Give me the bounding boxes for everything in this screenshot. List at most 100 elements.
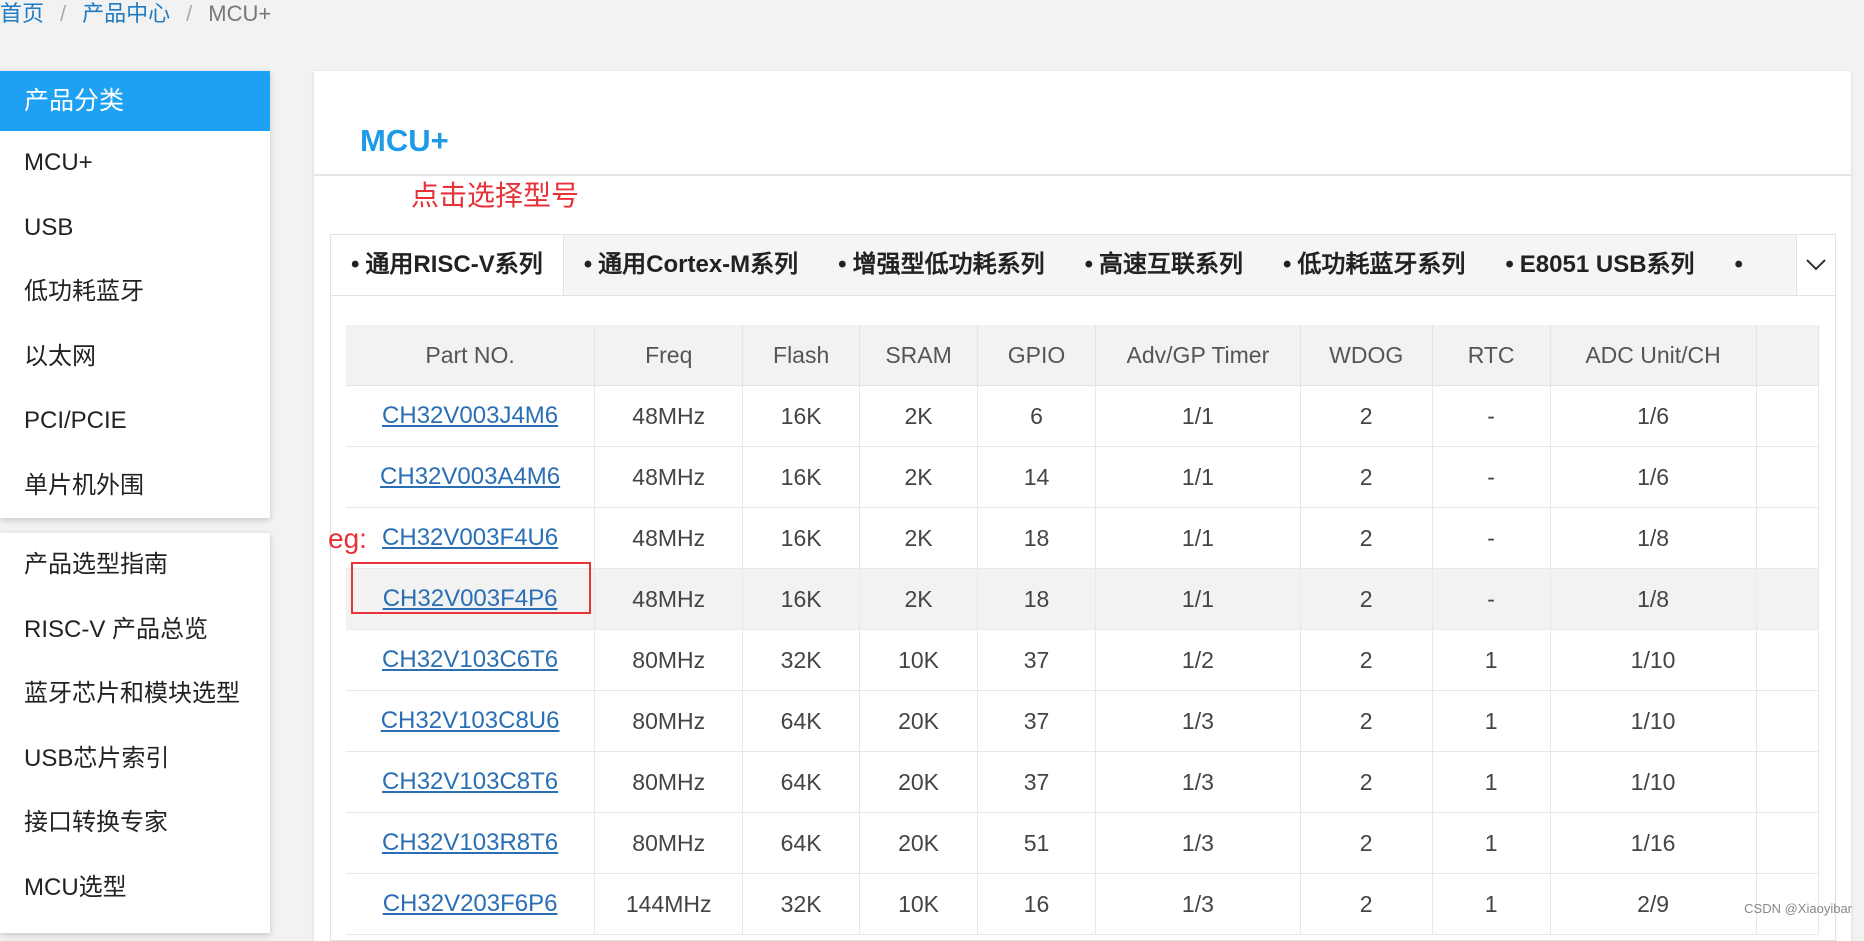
cell-freq: 80MHz (594, 690, 744, 752)
cell-adc: 1/10 (1550, 751, 1757, 813)
tab-riscv[interactable]: • 通用RISC-V系列 (331, 235, 564, 295)
sidebar-categories: 产品分类 MCU+ USB 低功耗蓝牙 以太网 PCI/PCIE 单片机外围 (0, 71, 270, 518)
part-number-link[interactable]: CH32V103R8T6 (382, 829, 558, 856)
sidebar-item-interface-expert[interactable]: 接口转换专家 (0, 791, 270, 856)
cell-freq: 144MHz (594, 873, 744, 935)
cell-adc: 1/6 (1550, 446, 1757, 508)
cell-extra (1756, 812, 1819, 874)
tab-bullet: • (1084, 251, 1093, 278)
cell-timer: 1/3 (1095, 690, 1301, 752)
annotation-highlight-box (351, 562, 591, 614)
cell-rtc: 1 (1432, 873, 1551, 935)
column-header-extra (1756, 325, 1819, 386)
breadcrumb-home-link[interactable]: 首页 (0, 1, 44, 26)
tab-ble[interactable]: • 低功耗蓝牙系列 (1263, 235, 1485, 295)
column-header-wdog: WDOG (1300, 325, 1433, 386)
sidebar-item-usb-index[interactable]: USB芯片索引 (0, 727, 270, 792)
cell-timer: 1/1 (1095, 507, 1301, 569)
sidebar-header: 产品分类 (0, 71, 270, 131)
tab-label: 增强型低功耗系列 (852, 251, 1045, 278)
tab-bullet: • (1505, 251, 1514, 278)
cell-timer: 1/3 (1095, 751, 1301, 813)
tab-label: 通用Cortex-M系列 (598, 251, 799, 278)
sidebar-item-mcu[interactable]: MCU+ (0, 131, 270, 196)
sidebar-item-selection-guide[interactable]: 产品选型指南 (0, 533, 270, 598)
column-header-part-no: Part NO. (346, 325, 596, 386)
cell-rtc: 1 (1432, 629, 1551, 691)
breadcrumb-products-link[interactable]: 产品中心 (82, 1, 170, 26)
tab-label: 低功耗蓝牙系列 (1297, 251, 1466, 278)
tab-bullet: • (1282, 251, 1292, 278)
cell-wdog: 2 (1300, 812, 1433, 874)
part-number-link[interactable]: CH32V003A4M6 (380, 463, 560, 490)
cell-rtc: 1 (1432, 812, 1551, 874)
cell-rtc: - (1432, 446, 1551, 508)
sidebar-item-bt-selection[interactable]: 蓝牙芯片和模块选型 (0, 662, 270, 727)
tab-label: E8051 USB系列 (1519, 251, 1695, 278)
cell-extra (1756, 446, 1819, 508)
cell-part-no: CH32V003F4U6 (346, 507, 596, 569)
table-header-row: Part NO. Freq Flash SRAM GPIO Adv/GP Timer WDO… (346, 325, 1819, 386)
cell-adc: 2/9 (1550, 873, 1757, 935)
cell-wdog: 2 (1300, 568, 1433, 630)
sidebar-item-mcu-peripheral[interactable]: 单片机外围 (0, 454, 270, 519)
part-number-link[interactable]: CH32V103C8T6 (382, 768, 558, 795)
cell-wdog: 2 (1300, 507, 1433, 569)
cell-part-no: CH32V203F6P6 (346, 873, 596, 935)
sidebar-item-usb[interactable]: USB (0, 196, 270, 261)
tab-bullet: • (1734, 251, 1743, 278)
breadcrumb: 首页 / 产品中心 / MCU+ (0, 0, 271, 30)
column-header-gpio: GPIO (977, 325, 1097, 386)
cell-sram: 2K (859, 385, 979, 447)
cell-flash: 16K (742, 568, 861, 630)
main-panel: MCU+ 点击选择型号 • 通用RISC-V系列 • 通用Cortex-M系列 • 增强型… (314, 71, 1851, 941)
tab-e8051-usb[interactable]: • E8051 USB系列 (1485, 235, 1714, 295)
cell-timer: 1/1 (1095, 568, 1301, 630)
cell-wdog: 2 (1300, 629, 1433, 691)
cell-gpio: 37 (977, 751, 1097, 813)
cell-flash: 64K (742, 690, 861, 752)
annotation-eg: eg: (328, 523, 367, 554)
cell-adc: 1/6 (1550, 385, 1757, 447)
tab-overflow-partial[interactable]: • (1715, 235, 1769, 295)
tab-label: 通用RISC-V系列 (365, 251, 543, 278)
sidebar-item-ethernet[interactable]: 以太网 (0, 325, 270, 390)
cell-rtc: - (1432, 568, 1551, 630)
part-number-link[interactable]: CH32V203F6P6 (383, 890, 558, 917)
cell-adc: 1/10 (1550, 629, 1757, 691)
sidebar-item-ble[interactable]: 低功耗蓝牙 (0, 260, 270, 325)
cell-flash: 16K (742, 507, 861, 569)
part-number-link[interactable]: CH32V003J4M6 (382, 402, 558, 429)
cell-freq: 48MHz (594, 507, 744, 569)
breadcrumb-current: MCU+ (208, 1, 272, 26)
tab-enhanced-low-power[interactable]: • 增强型低功耗系列 (818, 235, 1064, 295)
cell-freq: 80MHz (594, 751, 744, 813)
cell-freq: 80MHz (594, 812, 744, 874)
sidebar-item-riscv-overview[interactable]: RISC-V 产品总览 (0, 598, 270, 663)
tab-cortex-m[interactable]: • 通用Cortex-M系列 (564, 235, 818, 295)
table-row: CH32V003F4U6 48MHz 16K 2K 18 1/1 2-1/8 (346, 507, 1819, 569)
part-number-link[interactable]: CH32V103C8U6 (381, 707, 560, 734)
cell-part-no: CH32V003J4M6 (346, 385, 596, 447)
tab-high-speed[interactable]: • 高速互联系列 (1065, 235, 1263, 295)
sidebar-item-mcu-selection[interactable]: MCU选型 (0, 856, 270, 921)
parts-table: Part NO. Freq Flash SRAM GPIO Adv/GP Timer WDO… (346, 325, 1819, 935)
cell-gpio: 16 (977, 873, 1097, 935)
cell-extra (1756, 385, 1819, 447)
cell-part-no: CH32V103C6T6 (346, 629, 596, 691)
cell-freq: 48MHz (594, 568, 744, 630)
cell-sram: 10K (859, 629, 979, 691)
cell-extra (1756, 629, 1819, 691)
cell-gpio: 18 (977, 507, 1097, 569)
part-number-link[interactable]: CH32V103C6T6 (382, 646, 558, 673)
cell-freq: 48MHz (594, 446, 744, 508)
part-number-link[interactable]: CH32V003F4U6 (382, 524, 558, 551)
cell-sram: 2K (859, 507, 979, 569)
sidebar-item-pci[interactable]: PCI/PCIE (0, 389, 270, 454)
cell-timer: 1/1 (1095, 446, 1301, 508)
column-header-rtc: RTC (1432, 325, 1551, 386)
cell-adc: 1/8 (1550, 568, 1757, 630)
table-row: CH32V103C6T6 80MHz 32K 10K 37 1/2 2 1 1/10 (346, 629, 1819, 691)
tab-more-button[interactable] (1796, 235, 1835, 295)
column-header-timer: Adv/GP Timer (1095, 325, 1301, 386)
